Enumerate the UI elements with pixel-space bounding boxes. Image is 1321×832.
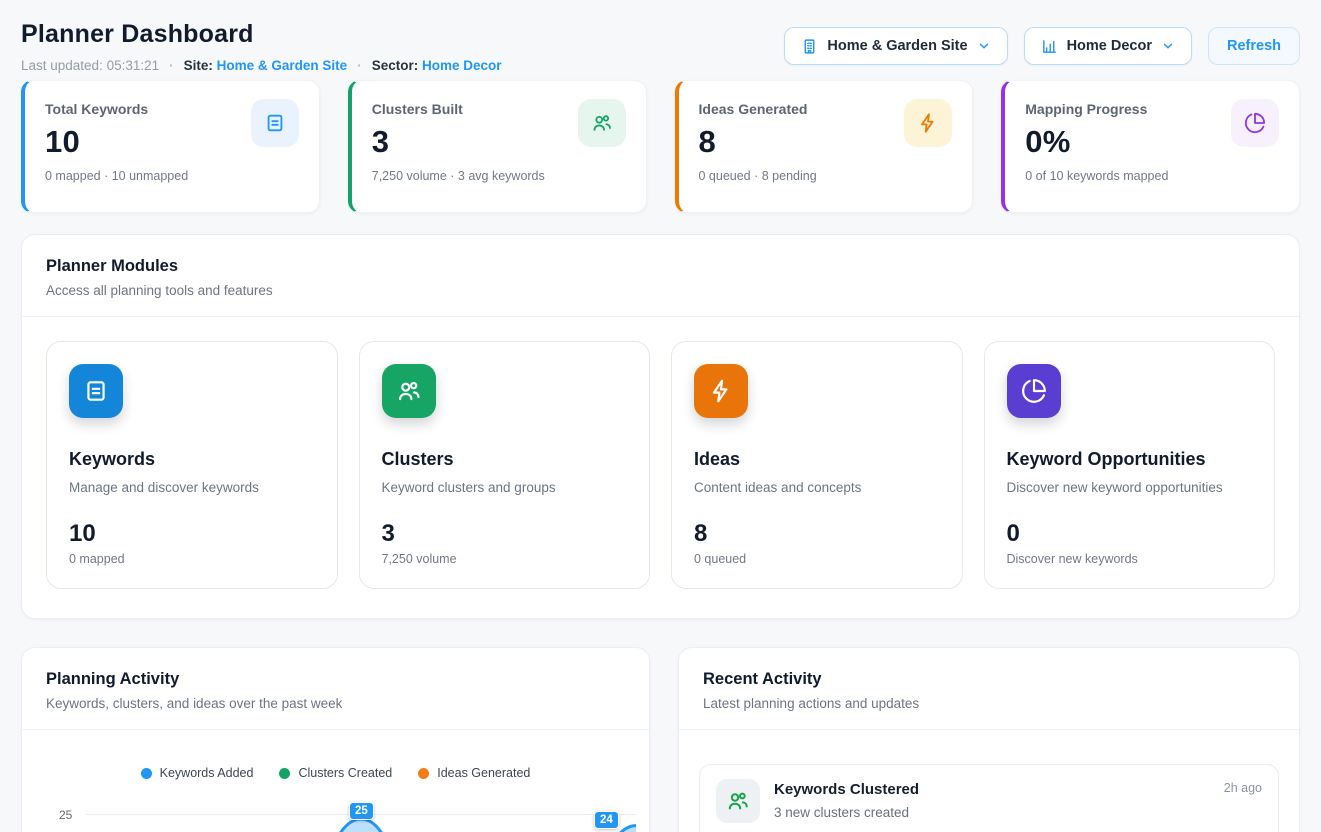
sector-dropdown-label: Home Decor — [1067, 38, 1152, 54]
planning-activity-title: Planning Activity — [46, 670, 625, 689]
legend-label: Keywords Added — [160, 766, 254, 780]
module-title: Ideas — [694, 449, 940, 470]
module-description: Discover new keyword opportunities — [1007, 480, 1253, 495]
modules-subtitle: Access all planning tools and features — [46, 283, 1275, 298]
sector-meta: Sector: Home Decor — [372, 58, 502, 73]
activity-item-content: Keywords Clustered 3 new clusters create… — [774, 779, 919, 820]
planner-dashboard-page: Planner Dashboard Last updated: 05:31:21… — [0, 0, 1321, 832]
document-icon — [69, 364, 123, 418]
sector-dropdown[interactable]: Home Decor — [1024, 27, 1192, 65]
legend-dot — [418, 768, 429, 779]
module-subtext: 0 mapped — [69, 552, 315, 566]
legend-item-clusters-created[interactable]: Clusters Created — [279, 766, 392, 780]
activity-item-title: Keywords Clustered — [774, 781, 919, 798]
area-fill — [86, 819, 636, 832]
activity-area-chart: 25 25 24 — [22, 796, 649, 832]
bar-chart-icon — [1041, 38, 1058, 55]
module-card-clusters[interactable]: Clusters Keyword clusters and groups 3 7… — [359, 341, 651, 589]
module-card-keywords[interactable]: Keywords Manage and discover keywords 10… — [46, 341, 338, 589]
chevron-down-icon — [1161, 39, 1175, 53]
legend-dot — [279, 768, 290, 779]
site-dropdown-label: Home & Garden Site — [827, 38, 967, 54]
users-icon — [716, 779, 760, 823]
refresh-button[interactable]: Refresh — [1208, 27, 1300, 65]
data-point-label: 25 — [349, 802, 374, 820]
planning-activity-panel: Planning Activity Keywords, clusters, an… — [21, 647, 650, 832]
planning-activity-header: Planning Activity Keywords, clusters, an… — [22, 648, 649, 730]
module-card-keyword-opportunities[interactable]: Keyword Opportunities Discover new keywo… — [984, 341, 1276, 589]
lightning-icon — [904, 99, 952, 147]
users-icon — [382, 364, 436, 418]
stat-card-total-keywords: Total Keywords 10 0 mapped · 10 unmapped — [21, 80, 320, 213]
stat-card-clusters-built: Clusters Built 3 7,250 volume · 3 avg ke… — [348, 80, 647, 213]
building-icon — [801, 38, 818, 55]
title-block: Planner Dashboard Last updated: 05:31:21… — [21, 20, 502, 73]
module-subtext: 7,250 volume — [382, 552, 628, 566]
lightning-icon — [694, 364, 748, 418]
activity-item-keywords-clustered[interactable]: Keywords Clustered 3 new clusters create… — [699, 764, 1279, 832]
stat-subtext: 0 queued · 8 pending — [699, 169, 953, 183]
recent-activity-title: Recent Activity — [703, 670, 1275, 689]
modules-panel-header: Planner Modules Access all planning tool… — [22, 235, 1299, 317]
pie-chart-icon — [1231, 99, 1279, 147]
legend-item-keywords-added[interactable]: Keywords Added — [141, 766, 254, 780]
stat-card-ideas-generated: Ideas Generated 8 0 queued · 8 pending — [675, 80, 974, 213]
sector-link[interactable]: Home Decor — [422, 58, 502, 73]
last-updated-text: Last updated: 05:31:21 — [21, 58, 159, 73]
stat-card-mapping-progress: Mapping Progress 0% 0 of 10 keywords map… — [1001, 80, 1300, 213]
legend-dot — [141, 768, 152, 779]
page-header: Planner Dashboard Last updated: 05:31:21… — [0, 0, 1321, 73]
chart-legend: Keywords Added Clusters Created Ideas Ge… — [22, 730, 649, 780]
stat-subtext: 7,250 volume · 3 avg keywords — [372, 169, 626, 183]
module-subtext: 0 queued — [694, 552, 940, 566]
header-meta-row: Last updated: 05:31:21 · Site: Home & Ga… — [21, 58, 502, 73]
module-title: Keyword Opportunities — [1007, 449, 1253, 470]
page-title: Planner Dashboard — [21, 20, 502, 49]
users-icon — [578, 99, 626, 147]
sector-label: Sector: — [372, 58, 419, 73]
module-value: 10 — [69, 520, 315, 548]
module-title: Clusters — [382, 449, 628, 470]
legend-label: Clusters Created — [298, 766, 392, 780]
bottom-row: Planning Activity Keywords, clusters, an… — [21, 647, 1300, 832]
chevron-down-icon — [977, 39, 991, 53]
pie-chart-icon — [1007, 364, 1061, 418]
module-description: Manage and discover keywords — [69, 480, 315, 495]
recent-activity-panel: Recent Activity Latest planning actions … — [678, 647, 1300, 832]
stats-row: Total Keywords 10 0 mapped · 10 unmapped… — [21, 80, 1300, 213]
meta-separator: · — [357, 58, 362, 73]
module-value: 8 — [694, 520, 940, 548]
planning-activity-subtitle: Keywords, clusters, and ideas over the p… — [46, 696, 625, 711]
legend-item-ideas-generated[interactable]: Ideas Generated — [418, 766, 530, 780]
module-subtext: Discover new keywords — [1007, 552, 1253, 566]
module-title: Keywords — [69, 449, 315, 470]
recent-activity-subtitle: Latest planning actions and updates — [703, 696, 1275, 711]
module-value: 0 — [1007, 520, 1253, 548]
module-description: Keyword clusters and groups — [382, 480, 628, 495]
modules-grid: Keywords Manage and discover keywords 10… — [22, 317, 1299, 618]
site-meta: Site: Home & Garden Site — [184, 58, 348, 73]
meta-separator: · — [169, 58, 174, 73]
module-card-ideas[interactable]: Ideas Content ideas and concepts 8 0 que… — [671, 341, 963, 589]
data-point-label: 24 — [594, 811, 619, 829]
stat-subtext: 0 mapped · 10 unmapped — [45, 169, 299, 183]
site-dropdown[interactable]: Home & Garden Site — [784, 27, 1007, 65]
modules-title: Planner Modules — [46, 257, 1275, 276]
header-controls: Home & Garden Site Home Decor Refresh — [784, 27, 1300, 65]
activity-item-timestamp: 2h ago — [1224, 781, 1262, 795]
planner-modules-panel: Planner Modules Access all planning tool… — [21, 234, 1300, 619]
stat-subtext: 0 of 10 keywords mapped — [1025, 169, 1279, 183]
legend-label: Ideas Generated — [437, 766, 530, 780]
site-link[interactable]: Home & Garden Site — [217, 58, 348, 73]
module-description: Content ideas and concepts — [694, 480, 940, 495]
recent-activity-header: Recent Activity Latest planning actions … — [679, 648, 1299, 730]
activity-item-description: 3 new clusters created — [774, 805, 919, 820]
document-icon — [251, 99, 299, 147]
site-label: Site: — [184, 58, 213, 73]
recent-activity-list: Keywords Clustered 3 new clusters create… — [679, 730, 1299, 832]
module-value: 3 — [382, 520, 628, 548]
y-axis-tick: 25 — [59, 808, 72, 822]
